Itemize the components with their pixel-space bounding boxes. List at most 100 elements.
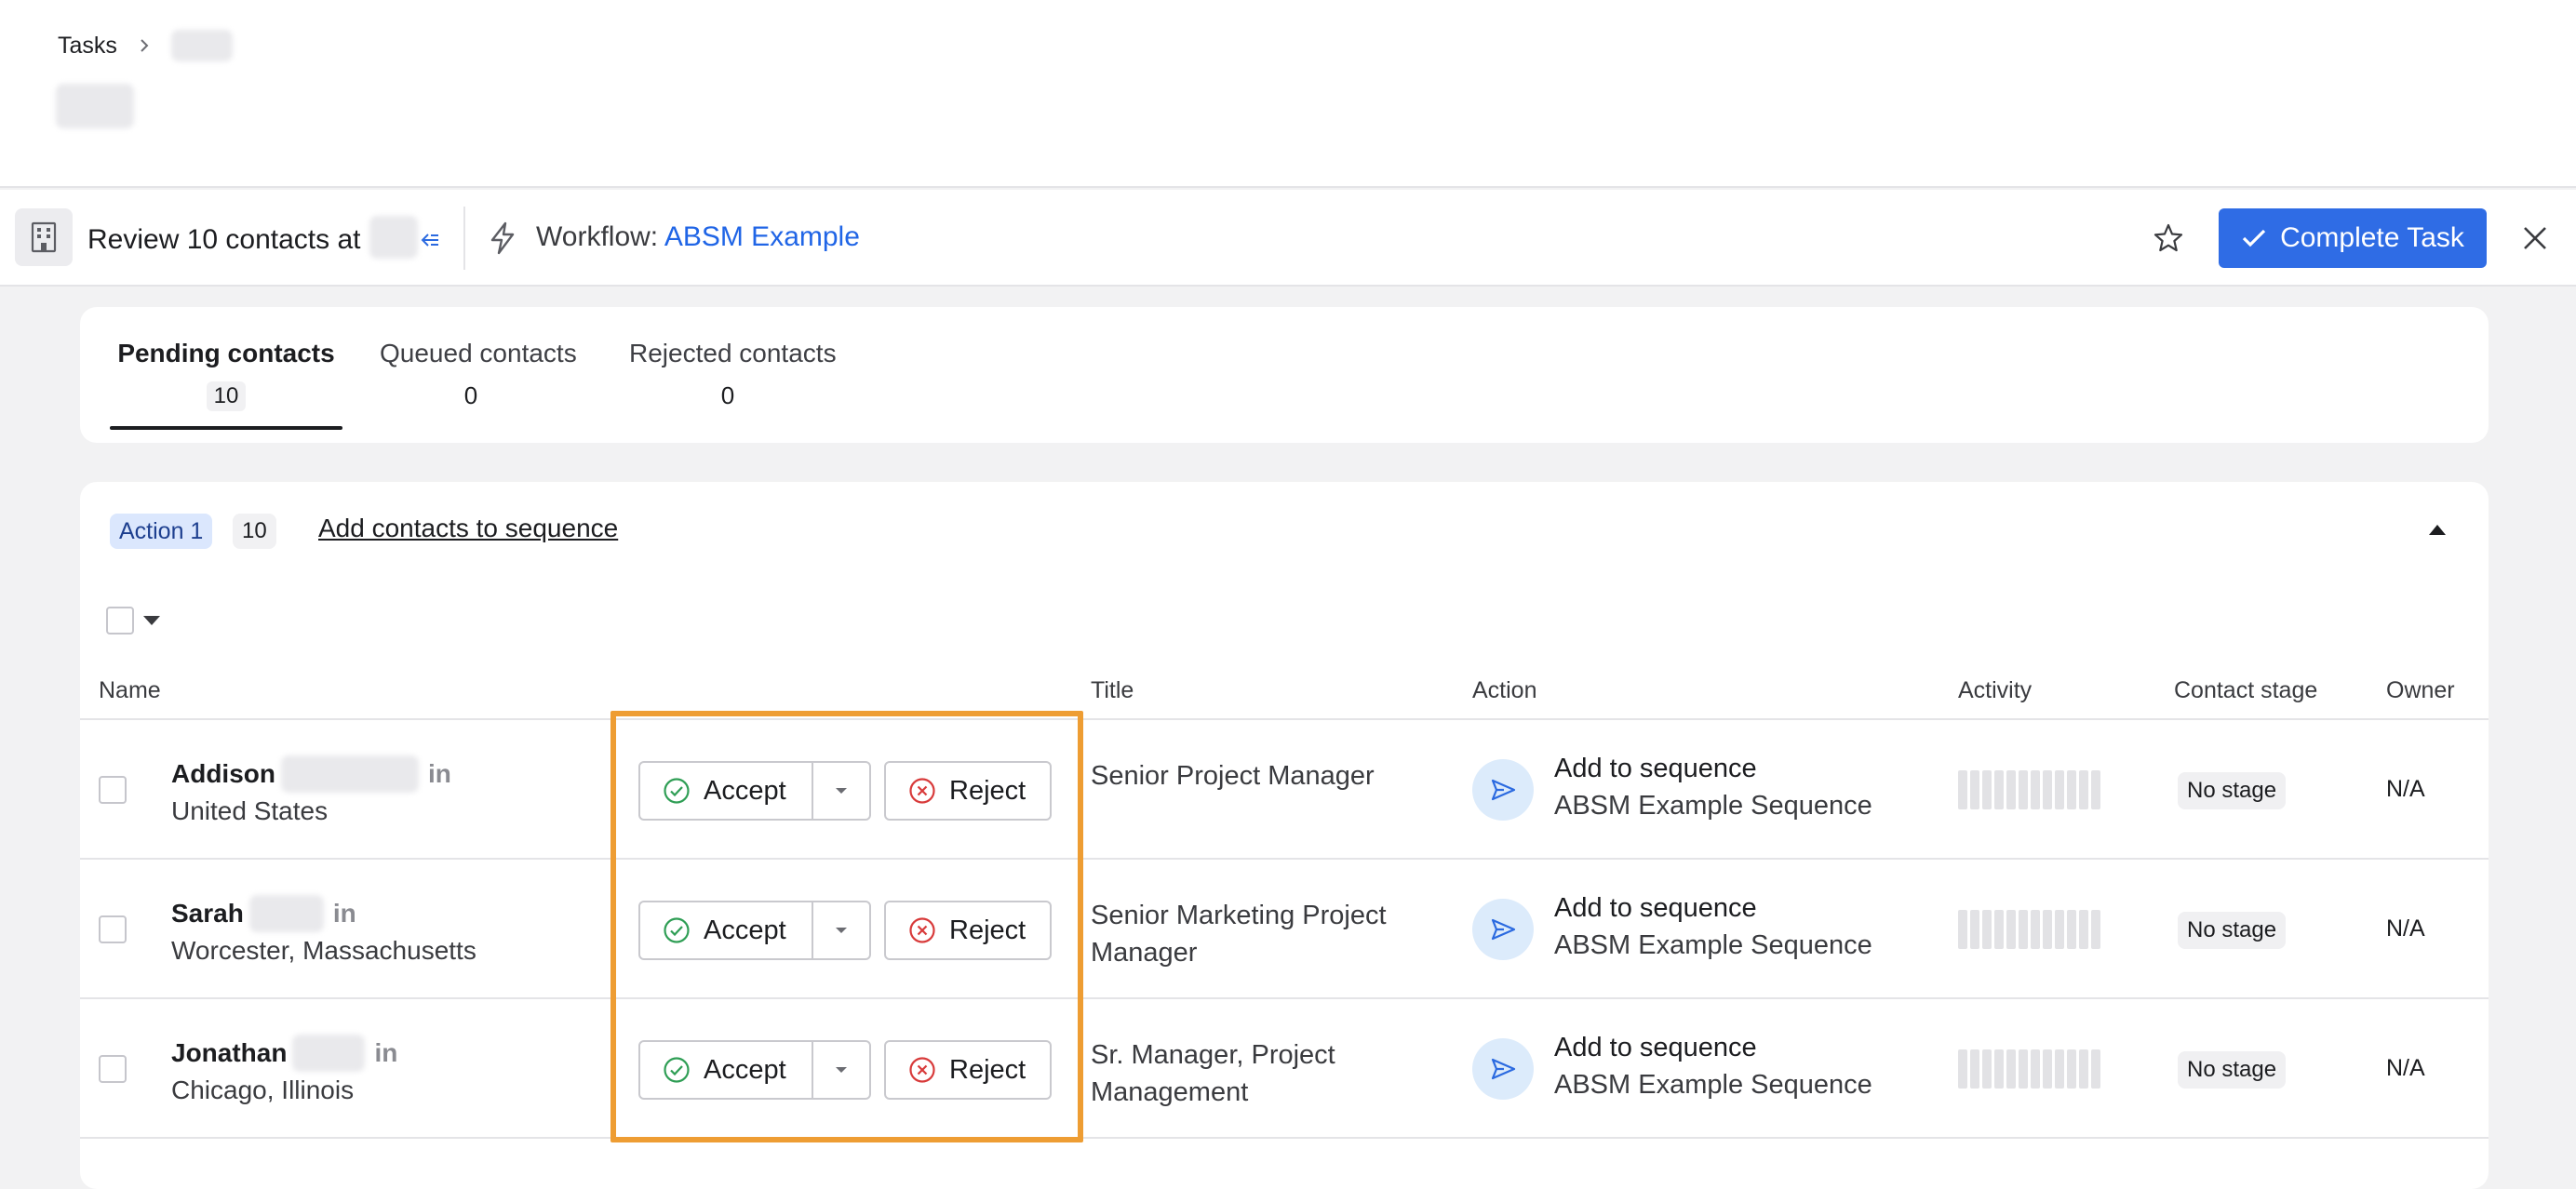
column-header-action: Action <box>1472 677 1537 703</box>
x-circle-icon <box>909 1057 935 1083</box>
send-icon <box>1472 1038 1534 1100</box>
action-sequence-name: ABSM Example Sequence <box>1554 1070 1872 1100</box>
linkedin-icon[interactable]: in <box>374 1038 397 1068</box>
tab-rejected-contacts[interactable]: Rejected contacts 0 <box>629 339 837 410</box>
activity-bars <box>1958 910 2100 949</box>
accept-options-dropdown[interactable] <box>812 1040 871 1100</box>
complete-task-button[interactable]: Complete Task <box>2219 208 2487 268</box>
toolbar-divider <box>463 207 465 270</box>
x-circle-icon <box>909 778 935 804</box>
star-icon[interactable] <box>2150 220 2187 257</box>
column-header-name: Name <box>99 677 161 703</box>
action-title: Add to sequence <box>1554 1033 1757 1062</box>
reject-label: Reject <box>949 775 1026 806</box>
contact-name: Sarah in <box>171 895 356 932</box>
task-toolbar: Review 10 contacts at Workflow: ABSM Exa… <box>0 190 2576 287</box>
column-header-contact-stage: Contact stage <box>2174 677 2318 703</box>
tab-label: Queued contacts <box>380 339 577 367</box>
reject-button[interactable]: Reject <box>884 761 1052 821</box>
last-name-redacted <box>248 895 324 932</box>
caret-down-icon <box>836 788 847 794</box>
page-header: Tasks <box>0 0 2576 188</box>
select-all-checkbox[interactable] <box>106 607 134 635</box>
reject-button[interactable]: Reject <box>884 1040 1052 1100</box>
caret-down-icon <box>836 1067 847 1073</box>
table-row: Jonathan in Chicago, Illinois Accept Rej… <box>80 999 2489 1139</box>
send-icon <box>1472 759 1534 821</box>
caret-down-icon <box>836 928 847 933</box>
linkedin-icon[interactable]: in <box>333 899 356 928</box>
accept-label: Accept <box>704 775 786 806</box>
task-title: Review 10 contacts at <box>87 216 440 259</box>
tab-label: Rejected contacts <box>629 339 837 367</box>
row-checkbox[interactable] <box>99 1055 127 1083</box>
workflow-label: Workflow: <box>536 221 659 252</box>
contact-location: Chicago, Illinois <box>171 1075 355 1104</box>
table-row: Addison in United States Accept Reject S… <box>80 720 2489 860</box>
activity-bars <box>1958 770 2100 809</box>
send-icon <box>1472 899 1534 960</box>
last-name-redacted <box>281 755 419 793</box>
close-icon[interactable] <box>2518 221 2552 255</box>
task-title-text: Review 10 contacts at <box>87 224 361 255</box>
action-sequence-name: ABSM Example Sequence <box>1554 791 1872 821</box>
accept-button[interactable]: Accept <box>638 901 813 960</box>
chevron-right-icon <box>138 38 153 53</box>
reject-label: Reject <box>949 915 1026 945</box>
company-name-redacted <box>369 216 419 259</box>
tab-pending-contacts[interactable]: Pending contacts 10 <box>117 339 335 411</box>
reject-button[interactable]: Reject <box>884 901 1052 960</box>
contact-name: Jonathan in <box>171 1035 397 1072</box>
collapse-section-icon[interactable] <box>2429 525 2446 535</box>
check-circle-icon <box>664 1057 690 1083</box>
tab-queued-contacts[interactable]: Queued contacts 0 <box>380 339 577 410</box>
contact-first-name[interactable]: Addison <box>171 759 275 789</box>
row-checkbox[interactable] <box>99 776 127 804</box>
tab-count: 0 <box>720 381 735 409</box>
last-name-redacted <box>292 1035 366 1072</box>
action-title: Add to sequence <box>1554 754 1757 783</box>
accept-button[interactable]: Accept <box>638 761 813 821</box>
x-circle-icon <box>909 917 935 943</box>
contact-name: Addison in <box>171 755 451 793</box>
contact-tabs: Pending contacts 10 Queued contacts 0 Re… <box>80 307 2489 443</box>
column-header-title: Title <box>1091 677 1134 703</box>
contact-location: Worcester, Massachusetts <box>171 936 476 965</box>
accept-button[interactable]: Accept <box>638 1040 813 1100</box>
breadcrumb-current-redacted <box>170 30 233 61</box>
contact-stage-badge: No stage <box>2178 772 2287 809</box>
complete-task-label: Complete Task <box>2280 222 2464 253</box>
lightning-bolt-icon <box>484 220 521 257</box>
column-header-owner: Owner <box>2386 677 2455 703</box>
contact-stage-badge: No stage <box>2178 912 2287 949</box>
page-title-redacted <box>56 84 134 128</box>
collapse-left-icon[interactable] <box>420 231 440 249</box>
select-options-caret-icon[interactable] <box>143 616 160 625</box>
check-circle-icon <box>664 917 690 943</box>
workflow-link[interactable]: ABSM Example <box>664 221 860 252</box>
workflow-info: Workflow: ABSM Example <box>536 221 860 253</box>
action-count-badge: 10 <box>233 514 276 549</box>
select-all-control <box>106 607 160 635</box>
check-circle-icon <box>664 778 690 804</box>
contact-first-name[interactable]: Sarah <box>171 899 244 928</box>
column-header-activity: Activity <box>1958 677 2033 703</box>
linkedin-icon[interactable]: in <box>428 759 451 789</box>
action-title: Add to sequence <box>1554 893 1757 923</box>
activity-bars <box>1958 1049 2100 1089</box>
breadcrumb: Tasks <box>58 30 233 61</box>
accept-options-dropdown[interactable] <box>812 901 871 960</box>
reject-label: Reject <box>949 1054 1026 1085</box>
contact-owner: N/A <box>2386 915 2425 942</box>
table-row: Sarah in Worcester, Massachusetts Accept… <box>80 860 2489 999</box>
row-checkbox[interactable] <box>99 915 127 943</box>
contact-owner: N/A <box>2386 1055 2425 1081</box>
accept-options-dropdown[interactable] <box>812 761 871 821</box>
action-card: Action 1 10 Add contacts to sequence Nam… <box>80 482 2489 1189</box>
contact-first-name[interactable]: Jonathan <box>171 1038 287 1068</box>
breadcrumb-tasks-link[interactable]: Tasks <box>58 33 117 60</box>
accept-label: Accept <box>704 1054 786 1085</box>
action-badge: Action 1 <box>110 514 213 549</box>
add-contacts-to-sequence-link[interactable]: Add contacts to sequence <box>318 514 618 543</box>
action-sequence-name: ABSM Example Sequence <box>1554 930 1872 960</box>
